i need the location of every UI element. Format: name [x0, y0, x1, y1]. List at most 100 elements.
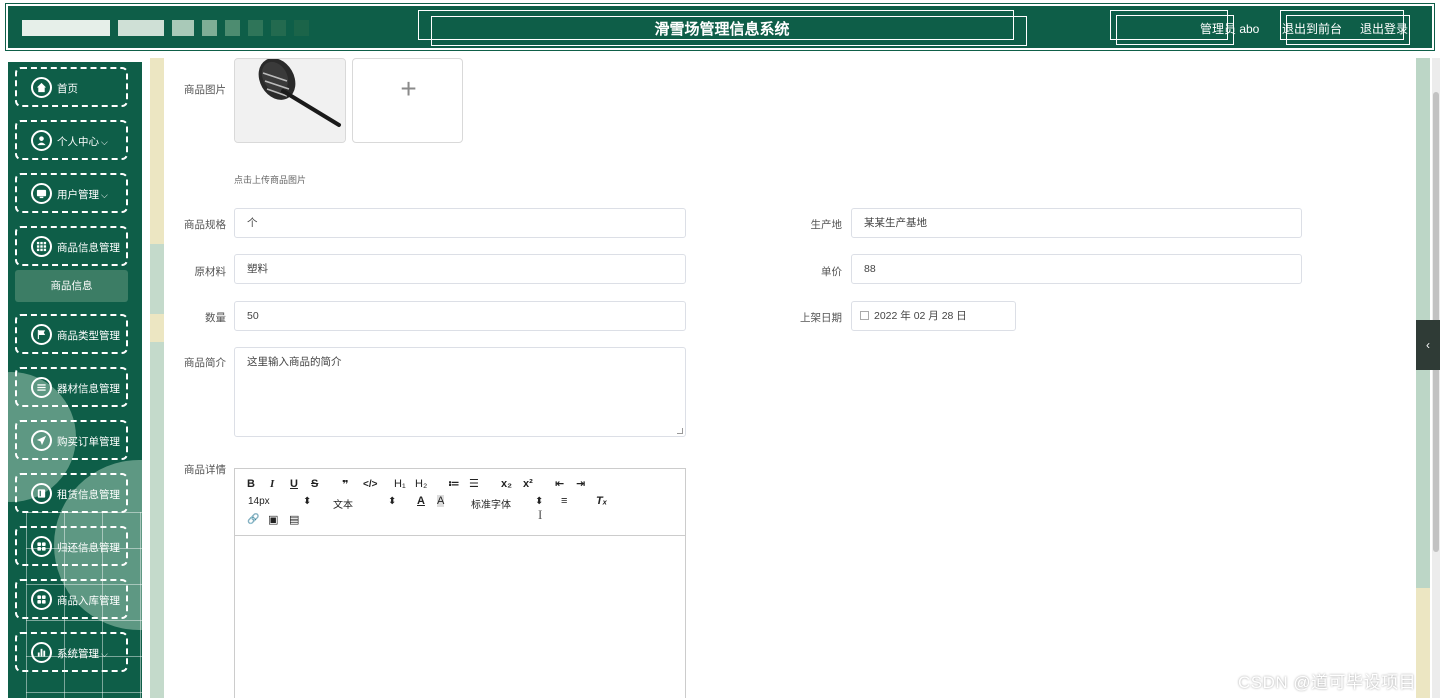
select-caret-icon: ⬍	[535, 496, 544, 507]
subscript-button[interactable]: x₂	[501, 478, 512, 490]
home-icon	[31, 77, 52, 98]
date-picker[interactable]: 2022 年 02 月 28 日	[851, 301, 1016, 331]
h1-button[interactable]: H₁	[394, 478, 406, 490]
sidebar-item-label: 商品入库管理	[57, 595, 120, 607]
intro-label: 商品简介	[184, 357, 226, 369]
top-header: 滑雪场管理信息系统 管理员 abo 退出到前台 退出登录	[0, 0, 1440, 58]
ordered-list-button[interactable]: ≔	[448, 477, 460, 490]
upload-hint: 点击上传商品图片	[234, 175, 307, 185]
sidebar-item-label: 首页	[57, 83, 78, 95]
chevron-down-icon: ⌵	[101, 137, 108, 147]
price-input[interactable]: 88	[851, 254, 1302, 284]
strike-button[interactable]: S	[311, 478, 318, 490]
indent-button[interactable]: ⇥	[576, 477, 585, 490]
select-caret-icon: ⬍	[303, 496, 312, 507]
bullet-list-button[interactable]: ☰	[469, 477, 479, 490]
collapse-panel-button[interactable]: ‹	[1416, 320, 1440, 370]
quantity-label: 数量	[205, 312, 226, 324]
chart-icon	[31, 642, 52, 663]
sidebar-item-purchase-order-management[interactable]: 购买订单管理	[15, 420, 128, 460]
scrollbar[interactable]	[1432, 58, 1440, 698]
apps-icon	[31, 536, 52, 557]
origin-input[interactable]: 某某生产基地	[851, 208, 1302, 238]
align-button[interactable]: ≡	[561, 495, 567, 507]
detail-label: 商品详情	[184, 464, 226, 476]
sidebar-item-personal-center[interactable]: 个人中心 ⌵	[15, 120, 128, 160]
font-family-select[interactable]: 标准字体	[471, 496, 511, 511]
sidebar-item-label: 归还信息管理	[57, 542, 120, 554]
clear-format-button[interactable]: Tₓ	[596, 495, 607, 507]
date-label: 上架日期	[800, 312, 842, 324]
editor-toolbar: B I U S ❞ </> H₁ H₂ ≔ ☰ x₂ x² ⇤ ⇥ 14px ⬍…	[235, 469, 685, 536]
background-color-button[interactable]: A	[437, 495, 445, 507]
sidebar-item-return-info-management[interactable]: 归还信息管理	[15, 526, 128, 566]
sidebar-item-label: 系统管理 ⌵	[57, 648, 108, 660]
image-icon[interactable]: ▣	[268, 513, 278, 526]
sidebar-item-label: 个人中心 ⌵	[57, 136, 108, 148]
link-icon[interactable]: 🔗	[247, 514, 259, 525]
h2-button[interactable]: H₂	[415, 478, 427, 490]
header-bar: 滑雪场管理信息系统 管理员 abo 退出到前台 退出登录	[5, 3, 1435, 51]
sidebar-item-system-management[interactable]: 系统管理 ⌵	[15, 632, 128, 672]
chevron-down-icon: ⌵	[101, 649, 108, 659]
header-select[interactable]: 文本	[333, 496, 353, 511]
decorative-strip	[1416, 58, 1430, 698]
sidebar-item-label: 用户管理 ⌵	[57, 189, 108, 201]
flag-icon	[31, 324, 52, 345]
book-icon	[31, 483, 52, 504]
person-icon	[31, 130, 52, 151]
italic-button[interactable]: I	[270, 478, 274, 490]
font-color-button[interactable]: A	[417, 495, 425, 507]
sidebar-item-rental-info-management[interactable]: 租赁信息管理	[15, 473, 128, 513]
sidebar-item-product-info-management[interactable]: 商品信息管理	[15, 226, 128, 266]
sidebar: 首页 个人中心 ⌵ 用户管理 ⌵ 商品信息管理 商品信息 商品类型管理 器材信息管理	[8, 62, 142, 698]
font-size-select[interactable]: 14px	[248, 496, 270, 507]
current-user: 管理员 abo	[1200, 22, 1260, 36]
select-caret-icon: ⬍	[388, 496, 397, 507]
sidebar-item-home[interactable]: 首页	[15, 67, 128, 107]
sidebar-item-stock-in-management[interactable]: 商品入库管理	[15, 579, 128, 619]
send-icon	[31, 430, 52, 451]
editor-content-area[interactable]	[235, 537, 685, 698]
image-upload-button[interactable]: +	[352, 58, 463, 143]
logout-link[interactable]: 退出登录	[1360, 20, 1408, 37]
bold-button[interactable]: B	[247, 478, 255, 490]
plus-icon: +	[400, 73, 417, 104]
sidebar-item-product-type-management[interactable]: 商品类型管理	[15, 314, 128, 354]
quote-button[interactable]: ❞	[342, 478, 348, 491]
list-icon	[31, 377, 52, 398]
underline-button[interactable]: U	[290, 478, 298, 490]
date-value: 2022 年 02 月 28 日	[874, 310, 967, 322]
sidebar-item-label: 商品类型管理	[57, 330, 120, 342]
text-cursor-icon: I	[538, 507, 543, 522]
sidebar-item-label: 购买订单管理	[57, 436, 120, 448]
sidebar-item-label: 商品信息管理	[57, 242, 120, 254]
resize-handle[interactable]	[677, 428, 683, 434]
spec-label: 商品规格	[184, 219, 226, 231]
intro-textarea[interactable]: 这里输入商品的简介	[234, 347, 686, 437]
origin-label: 生产地	[810, 219, 843, 231]
sidebar-item-user-management[interactable]: 用户管理 ⌵	[15, 173, 128, 213]
apps-icon	[31, 589, 52, 610]
material-input[interactable]: 塑料	[234, 254, 686, 284]
price-label: 单价	[821, 266, 842, 278]
product-image-thumbnail[interactable]	[234, 58, 346, 143]
material-label: 原材料	[194, 266, 227, 278]
rich-text-editor: B I U S ❞ </> H₁ H₂ ≔ ☰ x₂ x² ⇤ ⇥ 14px ⬍…	[234, 468, 686, 698]
app-title: 滑雪场管理信息系统	[654, 21, 790, 38]
quantity-input[interactable]: 50	[234, 301, 686, 331]
intro-text: 这里输入商品的简介	[247, 356, 342, 368]
superscript-button[interactable]: x²	[523, 478, 533, 490]
sidebar-item-label: 器材信息管理	[57, 383, 120, 395]
monitor-icon	[31, 183, 52, 204]
video-icon[interactable]: ▤	[289, 513, 299, 526]
code-button[interactable]: </>	[363, 479, 377, 490]
logo-blocks	[22, 20, 309, 36]
outdent-button[interactable]: ⇤	[555, 477, 564, 490]
submenu-item-product-info[interactable]: 商品信息	[15, 270, 128, 302]
back-to-front-link[interactable]: 退出到前台	[1282, 20, 1342, 37]
grid-icon	[31, 236, 52, 257]
watermark: CSDN @道可毕设项目	[1238, 673, 1417, 692]
spec-input[interactable]: 个	[234, 208, 686, 238]
sidebar-item-equipment-info-management[interactable]: 器材信息管理	[15, 367, 128, 407]
